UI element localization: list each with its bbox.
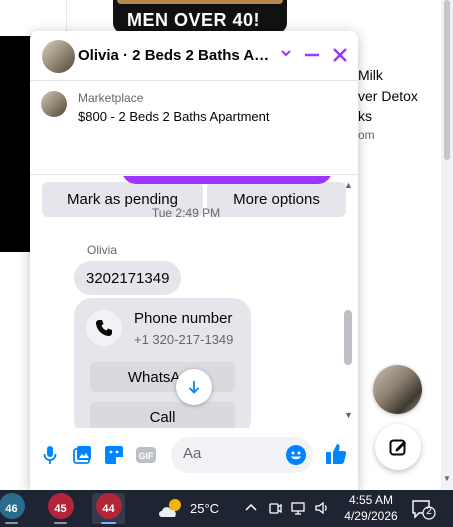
like-thumbs-up-icon[interactable]: [324, 442, 348, 466]
show-hidden-icons-chevron-up-icon[interactable]: [244, 501, 258, 518]
microphone-icon[interactable]: [39, 444, 61, 466]
notification-count: 2: [426, 506, 432, 517]
scroll-down-arrow-icon[interactable]: ▼: [344, 410, 353, 420]
phone-icon: [86, 310, 122, 346]
app-badge-icon: 45: [47, 493, 74, 519]
background-ad-line[interactable]: ks: [358, 108, 372, 124]
notification-center-icon[interactable]: 2: [410, 498, 436, 520]
background-ad-source: om: [358, 128, 375, 142]
chevron-down-icon[interactable]: [280, 47, 292, 59]
call-button[interactable]: Call: [90, 402, 235, 428]
whatsapp-button[interactable]: WhatsApp: [90, 362, 235, 392]
chat-head-avatar[interactable]: [373, 365, 422, 414]
close-icon[interactable]: [330, 45, 350, 65]
sticker-icon[interactable]: [103, 444, 125, 466]
message-list[interactable]: Tue 2:49 PM Olivia 3202171349 Phone numb…: [30, 176, 358, 428]
minimize-icon[interactable]: [302, 45, 322, 65]
message-input[interactable]: [183, 445, 283, 462]
sender-name: Olivia: [87, 243, 118, 257]
emoji-icon[interactable]: [286, 445, 306, 465]
contact-avatar[interactable]: [42, 40, 75, 73]
background-black-panel: [0, 36, 32, 252]
clock-date[interactable]: 4/29/2026: [340, 509, 402, 523]
app-badge-icon: 46: [0, 493, 25, 519]
weather-partly-cloudy-icon[interactable]: [156, 495, 186, 521]
photo-icon[interactable]: [71, 444, 93, 466]
scroll-up-arrow-icon[interactable]: ▲: [344, 180, 353, 190]
weather-temperature[interactable]: 25°C: [190, 501, 219, 516]
taskbar-app-button[interactable]: 46: [0, 493, 28, 524]
sent-message-bubble[interactable]: [122, 176, 332, 184]
banner-text: MEN OVER 40!: [127, 10, 261, 30]
new-message-button[interactable]: [375, 424, 421, 470]
scroll-to-bottom-button[interactable]: [176, 369, 212, 405]
svg-text:GIF: GIF: [139, 451, 155, 461]
marketplace-listing: Marketplace $800 - 2 Beds 2 Baths Apartm…: [30, 82, 358, 217]
chat-window: Olivia · 2 Beds 2 Baths Apa... Marketpla…: [30, 31, 358, 490]
received-message-bubble[interactable]: 3202171349: [74, 261, 182, 295]
message-scrollbar-thumb[interactable]: [344, 310, 352, 365]
chat-header[interactable]: Olivia · 2 Beds 2 Baths Apa...: [30, 31, 358, 81]
chat-title[interactable]: Olivia · 2 Beds 2 Baths Apa...: [78, 47, 274, 64]
compose-icon: [389, 439, 406, 456]
phone-number-card: Phone number +1 320-217-1349 WhatsApp Ca…: [74, 298, 251, 428]
message-composer: GIF: [30, 428, 358, 490]
page-scrollbar-thumb[interactable]: [444, 0, 450, 160]
taskbar-app-button[interactable]: 45: [44, 493, 77, 524]
message-input-box[interactable]: [171, 437, 313, 473]
phone-card-title: Phone number: [134, 310, 233, 327]
message-scrollbar[interactable]: ▲ ▼: [342, 176, 356, 428]
volume-icon[interactable]: [314, 501, 330, 518]
background-ad-banner[interactable]: MEN OVER 40!: [113, 0, 287, 33]
phone-card-number: +1 320-217-1349: [134, 332, 234, 347]
listing-thumbnail[interactable]: [41, 91, 67, 117]
marketplace-label: Marketplace: [78, 91, 144, 105]
background-ad-line[interactable]: Milk: [358, 67, 383, 83]
listing-title[interactable]: $800 - 2 Beds 2 Baths Apartment: [78, 109, 270, 124]
meet-now-icon[interactable]: [268, 501, 282, 518]
windows-taskbar: 46 45 44 25°C 4:55 AM 4/29/2026 2: [0, 490, 453, 527]
clock-time[interactable]: 4:55 AM: [346, 493, 396, 507]
network-icon[interactable]: [290, 501, 306, 518]
message-timestamp: Tue 2:49 PM: [151, 206, 221, 220]
page-scrollbar[interactable]: ▼: [441, 0, 453, 490]
arrow-down-icon: [188, 381, 200, 394]
taskbar-app-button-active[interactable]: 44: [92, 493, 125, 524]
scroll-down-arrow-icon[interactable]: ▼: [443, 474, 451, 483]
gif-icon[interactable]: GIF: [135, 444, 157, 466]
background-ad-line[interactable]: ver Detox: [358, 88, 418, 104]
app-badge-icon: 44: [95, 493, 122, 519]
